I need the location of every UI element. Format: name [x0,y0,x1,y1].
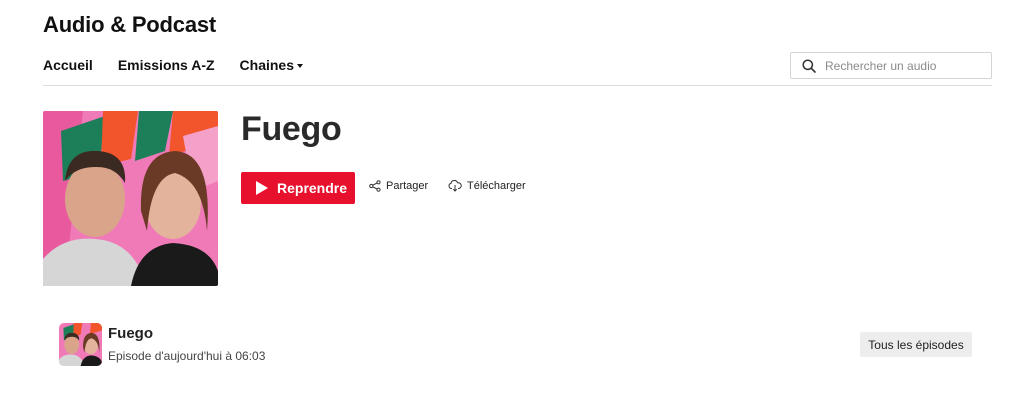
main-nav: Accueil Emissions A-Z Chaines [43,57,328,73]
nav-item-accueil[interactable]: Accueil [43,57,93,73]
search-input[interactable] [825,58,985,73]
resume-button[interactable]: Reprendre [241,172,355,204]
header-divider [43,85,992,86]
resume-button-label: Reprendre [277,180,348,196]
nav-item-emissions[interactable]: Emissions A-Z [118,57,215,73]
nav-item-label: Emissions A-Z [117,57,215,73]
nav-item-chaines[interactable]: Chaines [239,57,304,73]
all-episodes-button[interactable]: Tous les épisodes [860,332,972,357]
download-icon [448,180,462,192]
play-icon [256,181,268,195]
search-box[interactable] [790,52,992,79]
site-title[interactable]: Audio & Podcast [43,12,216,38]
episode-subtitle: Episode d'aujourd'hui à 06:03 [108,349,266,363]
search-icon [802,58,816,73]
show-cover-image[interactable] [43,111,218,286]
episode-title[interactable]: Fuego [108,325,153,342]
download-label: Télécharger [467,180,526,192]
share-label: Partager [386,180,429,192]
download-button[interactable]: Télécharger [448,180,526,192]
nav-item-label: Accueil [43,57,93,73]
episode-thumbnail[interactable] [59,323,102,366]
share-icon [369,180,381,192]
show-title: Fuego [241,110,342,148]
nav-item-label: Chaines [239,57,295,73]
chevron-down-icon [297,64,304,68]
share-button[interactable]: Partager [369,180,428,192]
